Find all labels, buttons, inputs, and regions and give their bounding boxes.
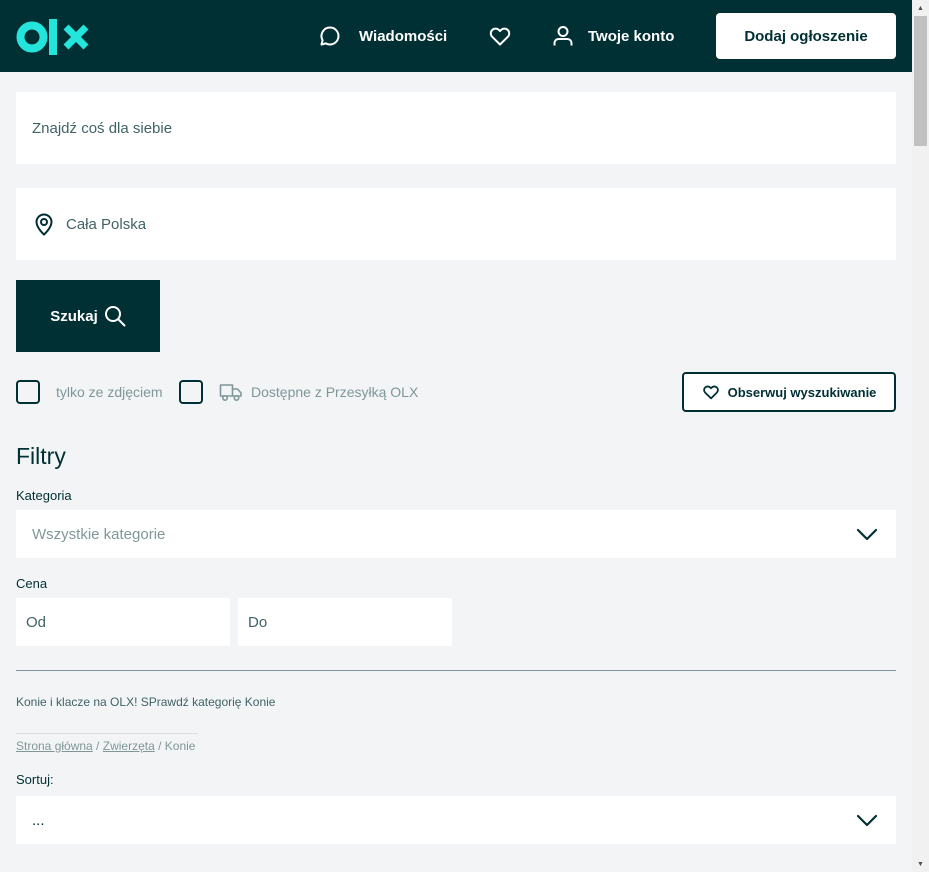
location-pin-icon [35,213,53,236]
price-to-input[interactable]: Do [238,598,452,646]
olx-logo[interactable] [16,18,90,56]
favorites-link[interactable] [488,0,512,72]
search-button-label: Szukaj [50,307,98,325]
olx-delivery-checkbox[interactable] [179,380,203,404]
olx-delivery-label[interactable]: Dostępne z Przesyłką OLX [251,384,418,400]
user-icon [553,26,573,46]
breadcrumb-home-link[interactable]: Strona główna [16,739,93,753]
sort-value: ... [32,811,45,829]
scrollbar-thumb[interactable] [914,16,927,146]
breadcrumb-separator: / [92,739,103,753]
breadcrumb-current: Konie [164,739,196,753]
breadcrumb-separator: / [154,739,165,753]
observe-search-button[interactable]: Obserwuj wyszukiwanie [682,372,896,412]
location-value: Cała Polska [66,215,147,233]
account-link[interactable]: Twoje konto [551,0,674,72]
heart-outline-icon [702,385,719,400]
breadcrumb-animals-link[interactable]: Zwierzęta [103,739,155,753]
category-promo-text: Konie i klacze na OLX! SPrawdź kategorię… [16,695,276,709]
sort-select[interactable]: ... [16,796,896,844]
with-photo-checkbox[interactable] [16,380,40,404]
filters-heading: Filtry [16,443,66,469]
category-value: Wszystkie kategorie [32,525,166,543]
chevron-down-icon [856,814,878,827]
scroll-up-arrow-icon[interactable]: ▲ [912,0,929,16]
search-button[interactable]: Szukaj [16,280,160,352]
breadcrumb: Strona główna / Zwierzęta / Konie [16,739,195,753]
chevron-down-icon [856,528,878,541]
category-label: Kategoria [16,488,72,503]
price-to-placeholder: Do [248,613,268,631]
price-label: Cena [16,576,48,591]
search-input[interactable]: Znajdź coś dla siebie [16,92,896,164]
heart-icon [489,27,511,46]
search-icon [104,306,126,327]
price-from-input[interactable]: Od [16,598,230,646]
search-placeholder: Znajdź coś dla siebie [32,119,173,137]
divider [16,670,896,671]
post-ad-button[interactable]: Dodaj ogłoszenie [716,13,896,59]
messages-label: Wiadomości [359,27,448,45]
top-header: Wiadomości Twoje konto Dodaj ogłoszenie [0,0,912,72]
with-photo-label[interactable]: tylko ze zdjęciem [56,384,163,400]
observe-search-label: Obserwuj wyszukiwanie [727,384,877,400]
delivery-truck-icon [219,384,242,402]
price-from-placeholder: Od [26,613,47,631]
chat-bubble-icon [320,26,340,46]
messages-link[interactable]: Wiadomości [318,0,447,72]
breadcrumb-divider [16,733,198,734]
scroll-down-arrow-icon[interactable]: ▼ [912,856,929,872]
account-label: Twoje konto [588,27,675,45]
category-select[interactable]: Wszystkie kategorie [16,510,896,558]
sort-label: Sortuj: [16,772,54,787]
location-input[interactable]: Cała Polska [16,188,896,260]
